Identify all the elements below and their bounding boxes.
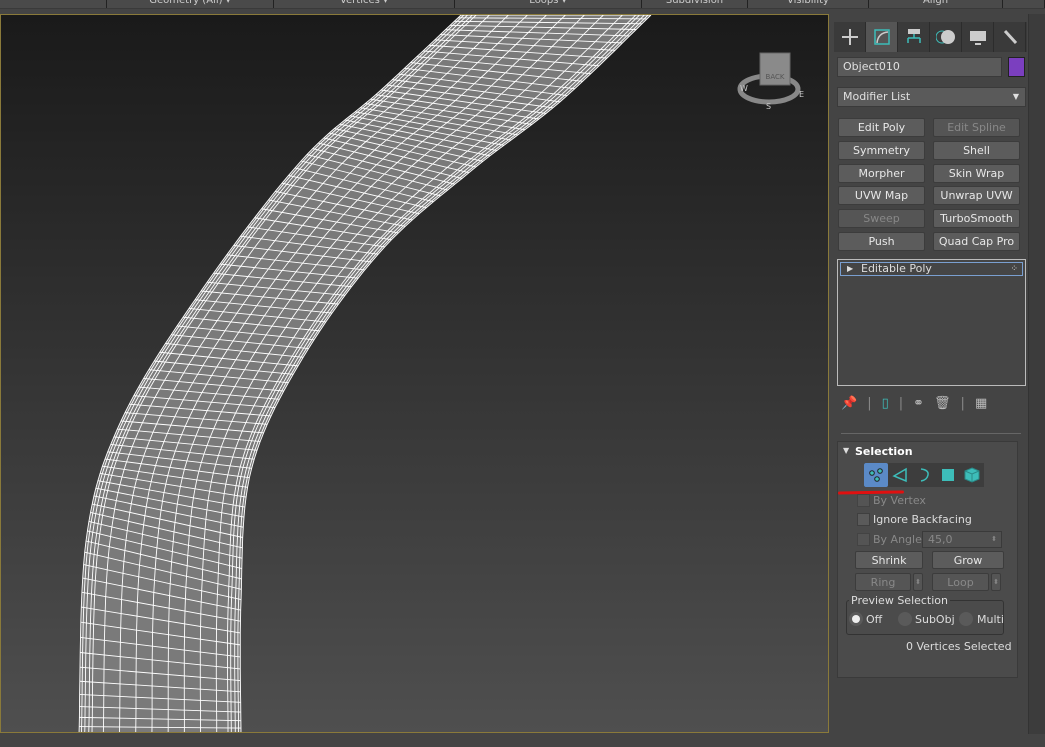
- by-vertex-label: By Vertex: [873, 494, 926, 507]
- remove-modifier-icon[interactable]: 🗑: [934, 396, 951, 411]
- ignore-backfacing-checkbox[interactable]: [857, 513, 870, 526]
- compass-w: W: [740, 84, 748, 93]
- plus-icon: [841, 29, 858, 45]
- object-color-swatch[interactable]: [1008, 57, 1025, 77]
- by-angle-label: By Angle:: [873, 533, 926, 546]
- preview-subobj-radio[interactable]: [898, 612, 912, 626]
- ring-spinner[interactable]: ⬍: [913, 573, 923, 591]
- modifier-button[interactable]: TurboSmooth: [933, 209, 1020, 229]
- tab-modify[interactable]: [866, 22, 898, 52]
- toolbar-item[interactable]: [0, 0, 107, 8]
- border-icon: [920, 468, 929, 482]
- polygon-mode-button[interactable]: [936, 463, 960, 487]
- preview-off-radio[interactable]: [849, 612, 863, 626]
- chevron-down-icon: ▼: [1012, 92, 1019, 101]
- preview-selection-title: Preview Selection: [849, 594, 951, 607]
- toolbar-subdivision[interactable]: Subdivision: [642, 0, 748, 8]
- modifier-button[interactable]: Morpher: [838, 163, 925, 183]
- angle-value: 45,0: [928, 533, 953, 546]
- modifier-stack[interactable]: ▶ Editable Poly ⁘: [837, 259, 1026, 386]
- ring-button[interactable]: Ring: [855, 573, 911, 591]
- modifier-button[interactable]: Unwrap UVW: [933, 186, 1020, 206]
- object-name-field[interactable]: Object010: [837, 57, 1002, 77]
- expand-icon[interactable]: ▶: [847, 263, 853, 275]
- edge-mode-button[interactable]: [888, 463, 912, 487]
- subobject-icon: ⁘: [1010, 264, 1018, 274]
- toolbar-item[interactable]: [1003, 0, 1045, 8]
- modifier-button[interactable]: Symmetry: [838, 140, 925, 160]
- subobject-mode-bar: [864, 463, 984, 487]
- preview-subobj-label: SubObj: [915, 613, 955, 626]
- viewcube[interactable]: BACK S W E: [736, 51, 816, 121]
- divider: [841, 433, 1021, 434]
- pin-stack-icon[interactable]: 📌: [841, 396, 857, 411]
- modifier-list-label: Modifier List: [843, 90, 911, 103]
- edge-icon: [892, 467, 907, 483]
- toolbar-geometry[interactable]: Geometry (All) ▾: [107, 0, 274, 8]
- tab-display[interactable]: [962, 22, 994, 52]
- tab-utilities[interactable]: [994, 22, 1026, 52]
- modifier-button[interactable]: Edit Poly: [838, 118, 925, 137]
- loop-spinner[interactable]: ⬍: [991, 573, 1001, 591]
- hierarchy-icon: [906, 29, 921, 43]
- border-mode-button[interactable]: [912, 463, 936, 487]
- preview-multi-label: Multi: [977, 613, 1004, 626]
- polygon-icon: [942, 469, 954, 481]
- make-unique-icon[interactable]: ⚭: [913, 396, 924, 411]
- tab-motion[interactable]: [930, 22, 962, 52]
- selection-status: 0 Vertices Selected: [906, 640, 1012, 653]
- modifier-button[interactable]: Shell: [933, 140, 1020, 160]
- wrench-icon: [1003, 29, 1017, 45]
- display-icon: [969, 31, 986, 45]
- command-panel-tabs: [834, 22, 1027, 52]
- stack-toolbar: 📌 | ▯ | ⚭ 🗑 | ▦: [841, 396, 988, 411]
- top-toolbar: Geometry (All) ▾ Vertices ▾ Loops ▾ Subd…: [0, 0, 1045, 9]
- right-scroll-strip[interactable]: [1028, 14, 1045, 734]
- shrink-button[interactable]: Shrink: [855, 551, 923, 569]
- compass-s: S: [766, 102, 771, 111]
- compass-e: E: [799, 90, 804, 99]
- vertex-icon: [869, 468, 883, 482]
- toolbar-vertices[interactable]: Vertices ▾: [274, 0, 455, 8]
- motion-icon: [935, 30, 955, 44]
- toolbar-loops[interactable]: Loops ▾: [455, 0, 642, 8]
- by-angle-checkbox[interactable]: [857, 533, 870, 546]
- toolbar-visibility[interactable]: Visibility: [748, 0, 869, 8]
- tab-hierarchy[interactable]: [898, 22, 930, 52]
- grow-button[interactable]: Grow: [932, 551, 1004, 569]
- preview-multi-radio[interactable]: [959, 612, 973, 626]
- rollout-title[interactable]: Selection: [855, 445, 913, 458]
- loop-button[interactable]: Loop: [932, 573, 989, 591]
- modifier-button[interactable]: Edit Spline: [933, 118, 1020, 137]
- angle-spinner[interactable]: 45,0 ⬍: [922, 531, 1002, 548]
- toolbar-align[interactable]: Align: [869, 0, 1003, 8]
- modifier-button[interactable]: UVW Map: [838, 186, 925, 206]
- stack-item-label: Editable Poly: [861, 262, 932, 275]
- modifier-list-dropdown[interactable]: Modifier List ▼: [837, 87, 1026, 107]
- modifier-button[interactable]: Push: [838, 232, 925, 251]
- element-mode-button[interactable]: [960, 463, 984, 487]
- by-vertex-checkbox[interactable]: [857, 494, 870, 507]
- viewport[interactable]: BACK S W E: [0, 14, 829, 733]
- element-icon: [964, 467, 980, 483]
- vertex-mode-button[interactable]: [864, 463, 888, 487]
- show-end-result-icon[interactable]: ▯: [882, 396, 889, 411]
- mesh-surface[interactable]: [79, 15, 651, 733]
- modify-icon: [873, 29, 890, 45]
- stack-item-editable-poly[interactable]: ▶ Editable Poly ⁘: [840, 262, 1023, 276]
- tab-create[interactable]: [834, 22, 866, 52]
- mesh-wireframe[interactable]: [1, 15, 829, 733]
- collapse-icon[interactable]: ▼: [843, 446, 849, 455]
- configure-sets-icon[interactable]: ▦: [975, 396, 987, 411]
- modifier-button[interactable]: Sweep: [838, 209, 925, 229]
- viewcube-face: BACK: [766, 73, 785, 81]
- modifier-button[interactable]: Skin Wrap: [933, 163, 1020, 183]
- modifier-button[interactable]: Quad Cap Pro: [933, 232, 1020, 251]
- ignore-backfacing-label: Ignore Backfacing: [873, 513, 972, 526]
- preview-off-label: Off: [866, 613, 883, 626]
